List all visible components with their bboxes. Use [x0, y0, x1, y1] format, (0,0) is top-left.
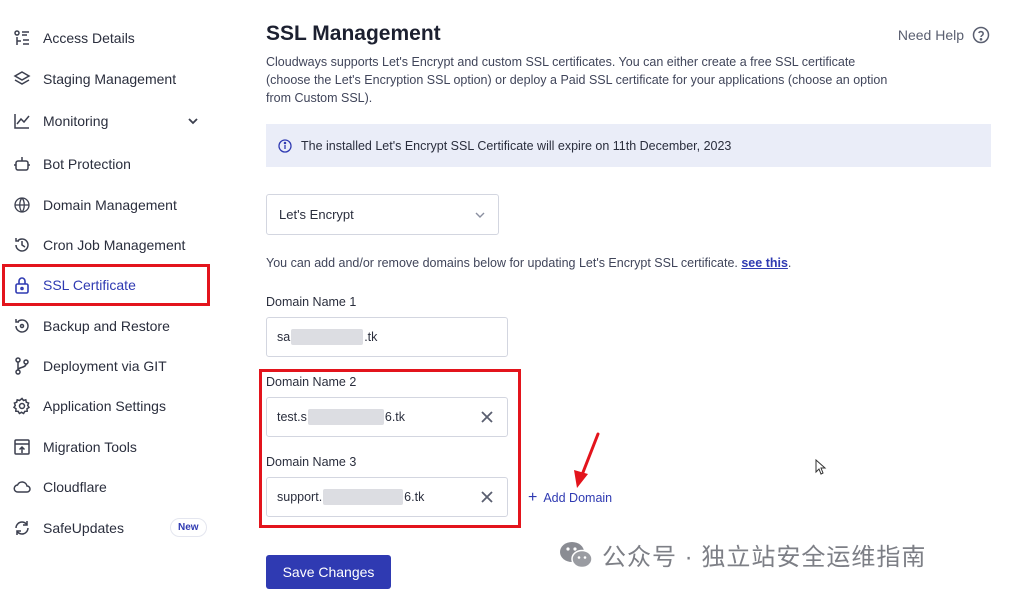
highlight-box: [2, 264, 210, 306]
git-branch-icon: [13, 357, 31, 375]
hint-end: .: [787, 256, 792, 270]
chevron-down-icon[interactable]: [186, 114, 200, 128]
sidebar-item-label: Bot Protection: [43, 156, 131, 172]
www-icon: [13, 196, 31, 214]
cloud-icon: [13, 478, 31, 496]
bot-icon: [13, 155, 31, 173]
sidebar-item-label: Application Settings: [43, 398, 166, 414]
watermark-text: 公众号 · 独立站安全运维指南: [602, 544, 927, 571]
sidebar-item-safeupdates[interactable]: SafeUpdates New: [0, 508, 215, 548]
sidebar-item-label: Monitoring: [43, 113, 109, 129]
sidebar-item-cron-job-management[interactable]: Cron Job Management: [0, 225, 215, 265]
sidebar-item-access-details[interactable]: Access Details: [0, 18, 215, 58]
add-domain-button[interactable]: + Add Domain: [528, 490, 612, 506]
sidebar-item-cloudflare[interactable]: Cloudflare: [0, 467, 215, 507]
sidebar-item-bot-protection[interactable]: Bot Protection: [0, 144, 215, 184]
sidebar-item-label: Cron Job Management: [43, 237, 186, 253]
ssl-type-select[interactable]: Let's Encrypt: [266, 194, 499, 235]
redacted-text: [291, 329, 364, 345]
sidebar-item-label: Migration Tools: [43, 439, 137, 455]
monitoring-icon: [13, 112, 31, 130]
sidebar-item-deployment-via-git[interactable]: Deployment via GIT: [0, 346, 215, 386]
page-title: SSL Management: [266, 22, 441, 45]
refresh-icon: [13, 519, 31, 537]
plus-icon: +: [528, 489, 538, 506]
domain-suffix: .tk: [364, 330, 378, 344]
main-content: SSL Management Need Help Cloudways suppo…: [259, 0, 996, 597]
clock-history-icon: [13, 236, 31, 254]
ssl-type-value: Let's Encrypt: [279, 207, 354, 222]
sidebar-item-application-settings[interactable]: Application Settings: [0, 386, 215, 426]
new-badge: New: [170, 518, 207, 537]
access-details-icon: [13, 29, 31, 47]
need-help-link[interactable]: Need Help: [898, 26, 990, 44]
sidebar-item-monitoring[interactable]: Monitoring: [0, 101, 215, 141]
question-circle-icon: [972, 26, 990, 44]
backup-icon: [13, 317, 31, 335]
sidebar: Access Details Staging Management Monito…: [0, 0, 215, 597]
expiry-notice: The installed Let's Encrypt SSL Certific…: [266, 124, 991, 167]
notice-text: The installed Let's Encrypt SSL Certific…: [301, 138, 732, 153]
domain-prefix: sa: [277, 330, 291, 344]
save-changes-button[interactable]: Save Changes: [266, 555, 391, 589]
sidebar-item-label: Backup and Restore: [43, 318, 170, 334]
sidebar-item-label: SafeUpdates: [43, 520, 124, 536]
domains-hint: You can add and/or remove domains below …: [266, 256, 791, 270]
domain-name-1-input[interactable]: sa .tk: [266, 317, 508, 357]
sidebar-item-backup-and-restore[interactable]: Backup and Restore: [0, 306, 215, 346]
ssl-description: Cloudways supports Let's Encrypt and cus…: [266, 55, 888, 105]
info-icon: [278, 138, 292, 153]
see-this-link[interactable]: see this: [741, 256, 788, 270]
gear-icon: [13, 397, 31, 415]
sidebar-item-label: Staging Management: [43, 71, 177, 87]
sidebar-item-domain-management[interactable]: Domain Management: [0, 185, 215, 225]
domain-name-1-label: Domain Name 1: [266, 295, 357, 309]
chevron-down-icon: [475, 212, 485, 218]
sidebar-item-migration-tools[interactable]: Migration Tools: [0, 427, 215, 467]
add-domain-label: Add Domain: [543, 491, 613, 505]
mouse-cursor-icon: [815, 459, 827, 475]
wechat-icon: [560, 541, 593, 568]
need-help-label: Need Help: [897, 27, 964, 43]
sidebar-item-label: Cloudflare: [43, 479, 107, 495]
hint-text: You can add and/or remove domains below …: [266, 256, 738, 270]
highlight-box: [259, 369, 521, 528]
migration-icon: [13, 438, 31, 456]
annotation-arrow: [574, 432, 600, 488]
watermark: 公众号 · 独立站安全运维指南: [558, 537, 926, 572]
sidebar-item-label: Domain Management: [43, 197, 177, 213]
sidebar-item-label: Access Details: [43, 30, 135, 46]
sidebar-item-label: Deployment via GIT: [43, 358, 167, 374]
sidebar-item-staging-management[interactable]: Staging Management: [0, 59, 215, 99]
staging-icon: [13, 70, 31, 88]
